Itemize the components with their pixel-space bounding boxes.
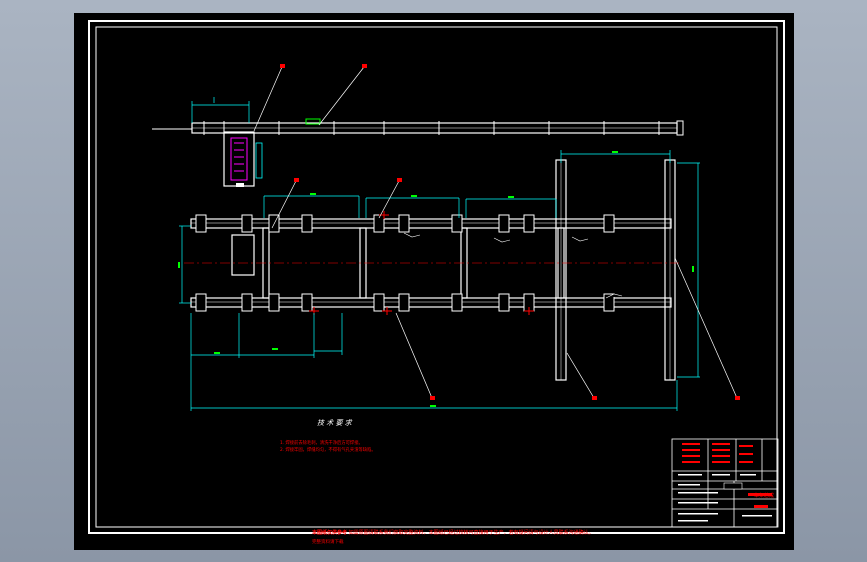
top-rail-dimensions (191, 97, 250, 123)
bottom-notice-line2: 完整资料请下载 (312, 538, 344, 545)
balloon-top-1 (280, 64, 285, 68)
top-leaders (253, 66, 365, 132)
outer-frame (88, 20, 785, 534)
tech-requirement-2: 2. 焊接牢固，焊缝均匀，不得有气孔夹渣等缺陷。 (280, 446, 376, 453)
tech-requirements-title: 技 术 要 求 (317, 419, 353, 427)
top-rail-part (152, 118, 684, 136)
bottom-notice-line1: 本图纸仅供参考 如需原图请联系我们获取完整资料，本图纸已经过校核可直接用于生产，… (311, 529, 594, 536)
cad-drawing: 技 术 要 求 1. 焊接前去除毛刺，清洗干净后方可焊接。 2. 焊接牢固，焊缝… (88, 20, 785, 545)
chassis-dimensions (179, 150, 700, 411)
chassis-leaders (271, 180, 738, 399)
tech-requirement-1: 1. 焊接前去除毛刺，清洗干净后方可焊接。 (280, 439, 363, 446)
drawing-title: 车架总成 (754, 492, 774, 499)
gear-housing (223, 131, 263, 187)
weld-symbols (403, 232, 623, 299)
balloon-top-2 (362, 64, 367, 68)
rear-vertical-members (555, 159, 676, 381)
cad-viewport[interactable]: 技 术 要 求 1. 焊接前去除毛刺，清洗干净后方可焊接。 2. 焊接牢固，焊缝… (74, 13, 794, 550)
balloons (294, 178, 740, 400)
dimension-marks (178, 151, 694, 407)
